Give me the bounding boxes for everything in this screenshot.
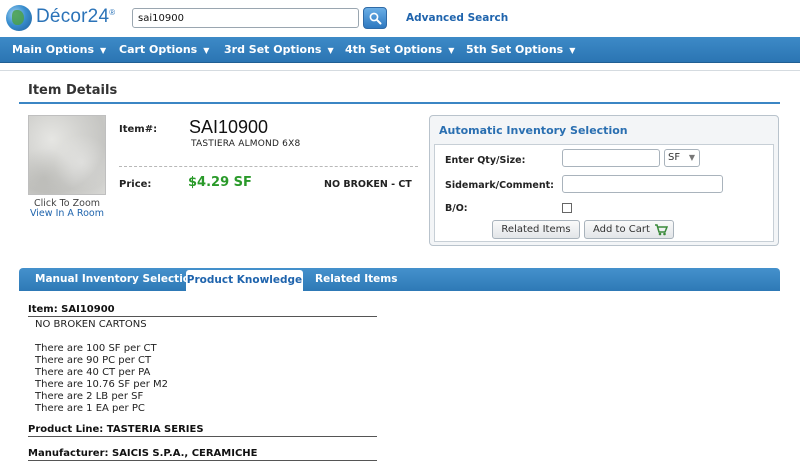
automatic-inventory-panel: Automatic Inventory Selection Enter Qty/…: [429, 115, 779, 246]
tab-manual-inventory-selection[interactable]: Manual Inventory Selection: [35, 268, 198, 291]
stock-note: NO BROKEN - CT: [324, 179, 412, 190]
divider: [119, 166, 418, 167]
unit-select[interactable]: SF ▼: [664, 149, 700, 167]
main-nav: Main Options ▼ Cart Options ▼ 3rd Set Opti…: [0, 37, 800, 63]
panel-title: Automatic Inventory Selection: [439, 124, 628, 137]
item-number-label: Item#:: [119, 124, 158, 135]
qty-label: Enter Qty/Size:: [445, 155, 526, 166]
search-button[interactable]: [363, 7, 387, 29]
divider: [0, 70, 800, 71]
caret-down-icon: ▼: [448, 46, 455, 55]
advanced-search-link[interactable]: Advanced Search: [406, 12, 508, 24]
item-description: TASTIERA ALMOND 6X8: [191, 139, 301, 149]
search-icon: [369, 12, 382, 25]
view-in-room-link[interactable]: View In A Room: [28, 208, 106, 219]
caret-down-icon: ▼: [327, 46, 334, 55]
chevron-down-icon: ▼: [688, 153, 695, 162]
conversion-line: There are 10.76 SF per M2: [35, 379, 169, 390]
qty-input[interactable]: [562, 149, 660, 167]
price-value: $4.29 SF: [188, 175, 252, 190]
item-heading: Item: SAI10900: [28, 304, 115, 315]
nav-4th-set-options[interactable]: 4th Set Options ▼: [345, 37, 454, 63]
product-line-heading: Product Line: TASTERIA SERIES: [28, 424, 204, 435]
product-thumbnail[interactable]: [28, 115, 106, 195]
page-title: Item Details: [28, 83, 118, 98]
header: Décor24® Advanced Search: [0, 0, 800, 37]
nav-3rd-set-options[interactable]: 3rd Set Options ▼: [224, 37, 334, 63]
conversion-line: There are 90 PC per CT: [35, 355, 152, 366]
manufacturer-heading: Manufacturer: SAICIS S.P.A., CERAMICHE: [28, 448, 258, 459]
related-items-button[interactable]: Related Items: [492, 220, 580, 239]
divider: [28, 436, 377, 437]
note-text: NO BROKEN CARTONS: [35, 319, 147, 330]
caret-down-icon: ▼: [203, 46, 210, 55]
nav-5th-set-options[interactable]: 5th Set Options ▼: [466, 37, 575, 63]
conversion-line: There are 100 SF per CT: [35, 343, 157, 354]
backorder-checkbox[interactable]: [562, 203, 572, 213]
backorder-label: B/O:: [445, 203, 468, 214]
sidemark-label: Sidemark/Comment:: [445, 180, 554, 191]
conversion-line: There are 1 EA per PC: [35, 403, 145, 414]
title-underline: [19, 102, 780, 104]
globe-icon: [6, 5, 32, 31]
item-code: SAI10900: [189, 117, 269, 137]
caret-down-icon: ▼: [569, 46, 576, 55]
tab-product-knowledge[interactable]: Product Knowledge: [186, 270, 303, 291]
add-to-cart-button[interactable]: Add to Cart: [584, 220, 674, 239]
panel-body: Enter Qty/Size: SF ▼ Sidemark/Comment: B/…: [434, 144, 774, 242]
sidemark-input[interactable]: [562, 175, 723, 193]
nav-cart-options[interactable]: Cart Options ▼: [119, 37, 209, 63]
cart-icon: [655, 224, 668, 236]
tab-related-items[interactable]: Related Items: [315, 268, 397, 291]
nav-main-options[interactable]: Main Options ▼: [12, 37, 106, 63]
caret-down-icon: ▼: [100, 46, 107, 55]
divider: [28, 460, 377, 461]
search-input[interactable]: [132, 8, 359, 28]
conversion-line: There are 2 LB per SF: [35, 391, 144, 402]
tab-bar: Manual Inventory Selection Product Knowl…: [19, 268, 780, 291]
price-label: Price:: [119, 179, 152, 190]
conversion-line: There are 40 CT per PA: [35, 367, 151, 378]
decor24-logo[interactable]: Décor24®: [6, 4, 126, 32]
divider: [28, 316, 377, 317]
logo-text: Décor24®: [36, 6, 116, 27]
